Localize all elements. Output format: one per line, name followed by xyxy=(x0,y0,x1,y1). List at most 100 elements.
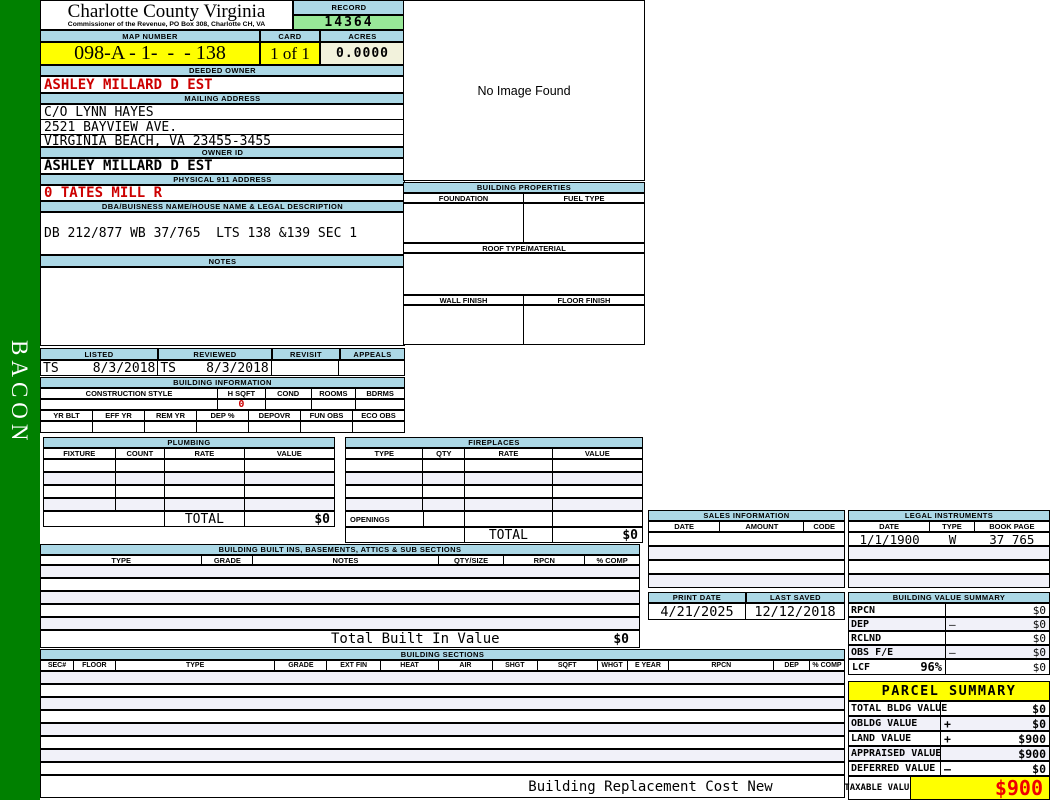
plumbing-total-label: TOTAL xyxy=(165,512,245,527)
last-saved-label: LAST SAVED xyxy=(746,592,845,603)
bvs-value: $0 xyxy=(1032,617,1046,631)
legal-book-page: 37 765 xyxy=(989,531,1035,547)
sidebar-vertical-label: BACON xyxy=(7,340,32,446)
built-ins-total-value: $0 xyxy=(613,631,629,647)
bvs-value: $0 xyxy=(1032,603,1046,617)
building-sections-row xyxy=(40,749,845,762)
building-info-header-row2: YR BLT EFF YR REM YR DEP % DEPOVR FUN OB… xyxy=(40,410,405,421)
parcel-op: – xyxy=(944,761,951,776)
deeded-owner-value: ASHLEY MILLARD D EST xyxy=(40,76,405,93)
col-type: TYPE xyxy=(346,449,424,458)
bvs-label: LCF xyxy=(852,661,871,673)
card-label: CARD xyxy=(260,30,320,42)
built-ins-row xyxy=(40,578,640,591)
built-ins-total-label: Total Built In Value xyxy=(331,631,500,647)
col-air: AIR xyxy=(439,661,493,670)
col-bdrms: BDRMS xyxy=(366,389,394,398)
legal-instrument-row xyxy=(848,560,1050,574)
legal-instruments-title: LEGAL INSTRUMENTS xyxy=(848,510,1050,521)
physical-address-label: PHYSICAL 911 ADDRESS xyxy=(40,174,405,185)
bvs-op: – xyxy=(949,645,956,659)
map-number-value: 098-A - 1- - - 138 xyxy=(40,42,260,65)
print-date-value: 4/21/2025 xyxy=(649,604,747,620)
fireplaces-row xyxy=(345,472,643,485)
col-count: COUNT xyxy=(116,449,166,458)
acres-value: 0.0000 xyxy=(320,42,405,65)
plumbing-row xyxy=(43,472,335,485)
col-dep-pct: DEP % xyxy=(197,411,249,420)
parcel-op: + xyxy=(944,716,951,731)
parcel-label: TOTAL BLDG VALUE xyxy=(851,702,948,715)
mailing-address-label: MAILING ADDRESS xyxy=(40,93,405,104)
col-rate: RATE xyxy=(165,449,245,458)
col-fun-obs: FUN OBS xyxy=(301,411,353,420)
col-grade: GRADE xyxy=(275,661,328,670)
record-label: RECORD xyxy=(293,0,405,15)
built-ins-row xyxy=(40,617,640,630)
parcel-row-deferred: DEFERRED VALUE – $0 xyxy=(848,761,1050,776)
physical-address-value: 0 TATES MILL R xyxy=(40,185,405,201)
property-record-card: BACON Charlotte County Virginia Commissi… xyxy=(0,0,1050,800)
owner-id-label: OWNER ID xyxy=(40,147,405,158)
col-code: CODE xyxy=(813,522,836,531)
plumbing-row xyxy=(43,485,335,498)
fireplaces-row xyxy=(345,459,643,472)
parcel-row-total-bldg: TOTAL BLDG VALUE $0 xyxy=(848,701,1050,716)
reviewed-date: 8/3/2018 xyxy=(206,360,269,376)
bvs-label: RCLND xyxy=(849,632,946,644)
foundation-fuel-header-row: FOUNDATION FUEL TYPE xyxy=(403,193,645,203)
plumbing-total-row: TOTAL $0 xyxy=(43,511,335,527)
legal-type: W xyxy=(948,531,957,547)
parcel-row-appraised: APPRAISED VALUE $900 xyxy=(848,746,1050,761)
parcel-taxable-row: TAXABLE VALUE $900 xyxy=(844,776,1050,800)
wall-finish-label: WALL FINISH xyxy=(404,296,524,305)
bvs-row-obs: OBS F/E – $0 xyxy=(848,645,1050,659)
parcel-label: LAND VALUE xyxy=(849,732,941,745)
col-rate: RATE xyxy=(465,449,553,458)
openings-label: OPENINGS xyxy=(346,512,424,526)
bvs-value: $0 xyxy=(1032,645,1046,659)
revisit-value xyxy=(272,361,340,375)
notes-area xyxy=(40,267,405,346)
floor-finish-label: FLOOR FINISH xyxy=(557,295,611,305)
col-eff-yr: EFF YR xyxy=(93,411,145,420)
col-ext-fin: EXT FIN xyxy=(327,661,382,670)
building-sections-title: BUILDING SECTIONS xyxy=(40,649,845,660)
property-image-panel: No Image Found xyxy=(403,0,645,181)
col-qty-size: QTY/SIZE xyxy=(439,556,505,565)
col-type: TYPE xyxy=(116,661,276,670)
col-pct-comp: % COMP xyxy=(812,662,842,669)
parcel-row-land: LAND VALUE + $900 xyxy=(848,731,1050,746)
plumbing-row xyxy=(43,498,335,511)
col-notes: NOTES xyxy=(253,556,439,565)
col-e-year: E YEAR xyxy=(628,661,670,670)
fireplaces-header-row: TYPE QTY RATE VALUE xyxy=(345,448,643,459)
building-sections-row xyxy=(40,762,845,775)
sales-information-title: SALES INFORMATION xyxy=(648,510,845,521)
mailing-address-line: 2521 BAYVIEW AVE. xyxy=(41,120,404,135)
building-sections-row xyxy=(40,671,845,684)
built-ins-header-row: TYPE GRADE NOTES QTY/SIZE RPCN % COMP xyxy=(40,555,640,565)
parcel-value: $0 xyxy=(1032,701,1046,716)
building-sections-row xyxy=(40,697,845,710)
building-sections-row xyxy=(40,684,845,697)
building-value-summary-title: BUILDING VALUE SUMMARY xyxy=(848,592,1050,603)
built-ins-row xyxy=(40,604,640,617)
col-heat: HEAT xyxy=(381,661,439,670)
legal-instrument-row xyxy=(848,546,1050,560)
listed-date: 8/3/2018 xyxy=(92,360,156,376)
wall-floor-values xyxy=(403,305,645,345)
map-number-label: MAP NUMBER xyxy=(40,30,260,42)
roof-type-label: ROOF TYPE/MATERIAL xyxy=(482,243,566,253)
county-header-box: Charlotte County Virginia Commissioner o… xyxy=(40,0,293,30)
col-eco-obs: ECO OBS xyxy=(361,411,396,420)
parcel-summary-title: PARCEL SUMMARY xyxy=(848,681,1050,701)
reviewed-label: REVIEWED xyxy=(158,348,272,360)
reviewed-by: TS xyxy=(160,360,177,376)
fireplaces-openings-row: OPENINGS xyxy=(345,511,643,527)
legal-date: 1/1/1900 xyxy=(859,531,920,547)
parcel-row-obldg: OBLDG VALUE + $0 xyxy=(848,716,1050,731)
owner-id-value: ASHLEY MILLARD D EST xyxy=(40,158,405,174)
bvs-row-rclnd: RCLND $0 xyxy=(848,631,1050,645)
listed-label: LISTED xyxy=(40,348,158,360)
